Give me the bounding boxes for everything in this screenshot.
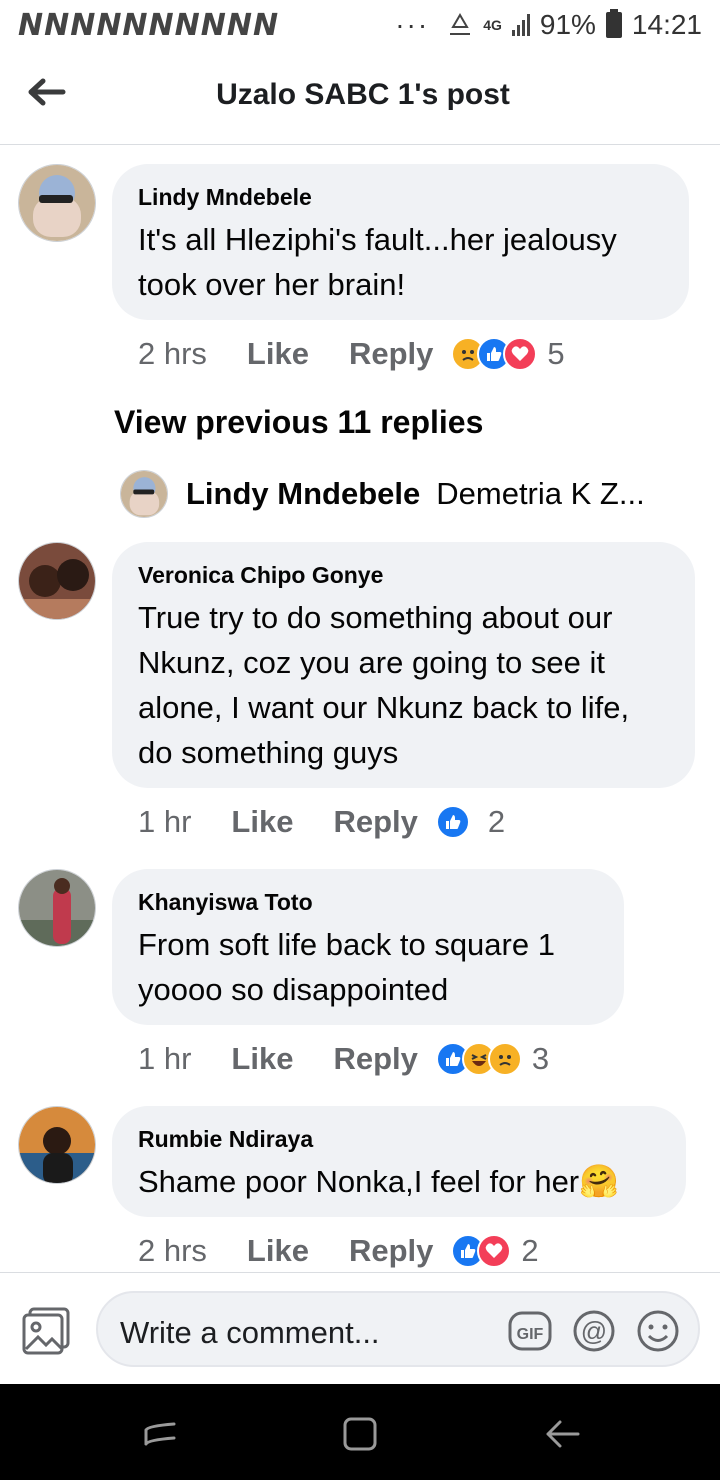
love-reaction-icon — [503, 337, 538, 371]
add-photo-button[interactable] — [20, 1305, 72, 1357]
avatar[interactable] — [18, 164, 96, 242]
battery-percent: 91% — [539, 9, 596, 40]
network-type: 4G — [483, 17, 502, 33]
comment-bubble[interactable]: Lindy Mndebele It's all Hleziphi's fault… — [112, 164, 689, 320]
comment-bubble[interactable]: Rumbie Ndiraya Shame poor Nonka,I feel f… — [112, 1106, 686, 1217]
comment-actions: 2 hrs Like Reply 5 — [138, 336, 565, 372]
comment-text: It's all Hleziphi's fault...her jealousy… — [138, 222, 617, 302]
like-reaction-icon — [435, 805, 470, 839]
reactions[interactable] — [435, 805, 470, 839]
notification-icons: NNNNNNNNNN — [18, 7, 280, 43]
svg-text:@: @ — [581, 1316, 607, 1346]
svg-text:GIF: GIF — [517, 1326, 544, 1343]
comment-bubble[interactable]: Khanyiswa Toto From soft life back to sq… — [112, 869, 624, 1025]
sad-reaction-icon — [487, 1042, 522, 1076]
signal-icon — [511, 14, 530, 36]
page-title: Uzalo SABC 1's post — [216, 78, 510, 111]
comment-text-body: Shame poor Nonka,I feel for her — [138, 1164, 580, 1199]
reply-button[interactable]: Reply — [349, 336, 433, 372]
reaction-count[interactable]: 5 — [547, 336, 564, 372]
avatar[interactable] — [18, 869, 96, 947]
love-reaction-icon — [477, 1234, 512, 1268]
reply-preview[interactable]: Lindy Mndebele Demetria K Z... — [120, 470, 645, 518]
comment-author[interactable]: Rumbie Ndiraya — [138, 1126, 660, 1153]
reaction-count[interactable]: 3 — [532, 1041, 549, 1077]
like-button[interactable]: Like — [231, 804, 293, 840]
battery-icon — [605, 9, 622, 38]
reaction-count[interactable]: 2 — [488, 804, 505, 840]
recycle-icon — [450, 13, 471, 35]
comment-actions: 1 hr Like Reply 3 — [138, 1041, 549, 1077]
emoji-button[interactable] — [636, 1309, 680, 1353]
reactions[interactable] — [451, 337, 538, 371]
comment-text: True try to do something about our Nkunz… — [138, 600, 630, 770]
status-bar: NNNNNNNNNN ··· 4G 91% 14:21 — [0, 0, 720, 50]
reply-preview-author: Lindy Mndebele — [186, 476, 421, 511]
avatar — [120, 470, 168, 518]
reply-preview-text: Demetria K Z... — [436, 476, 645, 511]
status-right: ··· 4G 91% 14:21 — [395, 0, 702, 50]
clock: 14:21 — [631, 9, 702, 40]
composer-tools: GIF @ — [508, 1309, 680, 1353]
comment-time[interactable]: 2 hrs — [138, 336, 207, 372]
comment-actions: 2 hrs Like Reply 2 — [138, 1233, 539, 1269]
comment-actions: 1 hr Like Reply 2 — [138, 804, 505, 840]
back-nav-icon[interactable] — [542, 1414, 582, 1454]
comment-author[interactable]: Veronica Chipo Gonye — [138, 562, 669, 589]
mention-button[interactable]: @ — [572, 1309, 616, 1353]
recent-apps-icon[interactable] — [140, 1414, 180, 1454]
like-button[interactable]: Like — [247, 1233, 309, 1269]
comment-bubble[interactable]: Veronica Chipo Gonye True try to do some… — [112, 542, 695, 788]
comment-time[interactable]: 2 hrs — [138, 1233, 207, 1269]
home-icon[interactable] — [340, 1414, 380, 1454]
reply-button[interactable]: Reply — [333, 1041, 417, 1077]
like-button[interactable]: Like — [231, 1041, 293, 1077]
comment-time[interactable]: 1 hr — [138, 1041, 191, 1077]
comment-time[interactable]: 1 hr — [138, 804, 191, 840]
more-notifications-icon: ··· — [395, 9, 430, 40]
reaction-count[interactable]: 2 — [521, 1233, 538, 1269]
reactions[interactable] — [435, 1042, 522, 1076]
comment-input-placeholder: Write a comment... — [120, 1315, 380, 1350]
avatar[interactable] — [18, 1106, 96, 1184]
comment-text: From soft life back to square 1 yoooo so… — [138, 927, 555, 1007]
post-header: Uzalo SABC 1's post — [0, 50, 720, 145]
comment-author[interactable]: Khanyiswa Toto — [138, 889, 598, 916]
like-button[interactable]: Like — [247, 336, 309, 372]
hugging-face-emoji: 🤗 — [579, 1162, 619, 1200]
system-navigation-bar — [0, 1384, 720, 1480]
gif-button[interactable]: GIF — [508, 1309, 552, 1353]
reply-button[interactable]: Reply — [349, 1233, 433, 1269]
comment-input[interactable]: Write a comment... GIF @ — [96, 1291, 700, 1367]
avatar[interactable] — [18, 542, 96, 620]
reply-button[interactable]: Reply — [333, 804, 417, 840]
comment-composer: Write a comment... GIF @ — [0, 1272, 720, 1384]
reactions[interactable] — [451, 1234, 512, 1268]
photo-icon — [22, 1307, 70, 1355]
comment-text: Shame poor Nonka,I feel for her🤗 — [138, 1159, 660, 1204]
comment-author[interactable]: Lindy Mndebele — [138, 184, 663, 211]
view-previous-replies-link[interactable]: View previous 11 replies — [114, 404, 483, 441]
